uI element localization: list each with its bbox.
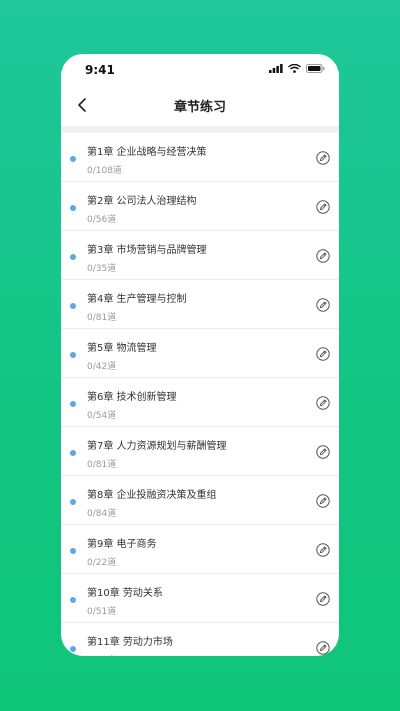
practice-button[interactable] [316,640,330,655]
list-item[interactable]: 第1章 企业战略与经营决策 0/108道 [61,133,339,182]
pencil-icon [316,298,330,312]
chapter-title: 第8章 企业投融资决策及重组 [87,490,217,501]
status-dot [70,548,76,554]
practice-button[interactable] [316,542,330,557]
list-item[interactable]: 第2章 公司法人治理结构 0/56道 [61,182,339,231]
chapter-title: 第11章 劳动力市场 [87,637,173,648]
chapter-progress: 0/22道 [87,558,117,568]
status-dot [70,450,76,456]
pencil-icon [316,641,330,655]
chapter-title: 第3章 市场营销与品牌管理 [87,245,207,256]
chapter-title: 第6章 技术创新管理 [87,392,177,403]
practice-button[interactable] [316,248,330,263]
practice-button[interactable] [316,150,330,165]
pencil-icon [316,543,330,557]
list-item[interactable]: 第3章 市场营销与品牌管理 0/35道 [61,231,339,280]
pencil-icon [316,151,330,165]
chapter-title: 第10章 劳动关系 [87,588,163,599]
practice-button[interactable] [316,199,330,214]
status-time: 9:41 [85,63,115,77]
chapter-progress: 0/54道 [87,411,117,421]
chapter-title: 第4章 生产管理与控制 [87,294,187,305]
chapter-progress: 0/81道 [87,460,117,470]
pencil-icon [316,347,330,361]
practice-button[interactable] [316,591,330,606]
chapter-list: 第1章 企业战略与经营决策 0/108道第2章 公司法人治理结构 0/56道第3章 … [61,133,339,656]
pencil-icon [316,396,330,410]
battery-icon [306,64,325,73]
status-dot [70,352,76,358]
chapter-progress: 0/108道 [87,166,122,176]
status-dot [70,303,76,309]
practice-button[interactable] [316,346,330,361]
nav-bar: 章节练习 [61,86,339,126]
status-bar: 9:41 [61,54,339,86]
list-item[interactable]: 第4章 生产管理与控制 0/81道 [61,280,339,329]
practice-button[interactable] [316,395,330,410]
list-item[interactable]: 第10章 劳动关系 0/51道 [61,574,339,623]
pencil-icon [316,200,330,214]
practice-button[interactable] [316,297,330,312]
list-item[interactable]: 第9章 电子商务 0/22道 [61,525,339,574]
list-item[interactable]: 第5章 物流管理 0/42道 [61,329,339,378]
chapter-progress: 0/42道 [87,362,117,372]
list-item[interactable]: 第8章 企业投融资决策及重组 0/84道 [61,476,339,525]
phone-frame: 9:41 章节练习 第1章 企业战略与经营决策 0/108道 第2章 公司法人治… [61,54,339,656]
practice-button[interactable] [316,493,330,508]
list-item[interactable]: 第6章 技术创新管理 0/54道 [61,378,339,427]
status-dot [70,401,76,407]
chapter-title: 第7章 人力资源规划与薪酬管理 [87,441,227,452]
list-item[interactable]: 第7章 人力资源规划与薪酬管理 0/81道 [61,427,339,476]
wifi-icon [288,64,301,73]
section-divider [61,126,339,133]
chapter-progress: 0/84道 [87,509,117,519]
list-item[interactable]: 第11章 劳动力市场 0/96道 [61,623,339,656]
chapter-progress: 0/96道 [87,653,116,656]
status-icons [269,64,325,73]
status-dot [70,254,76,260]
pencil-icon [316,249,330,263]
chapter-title: 第9章 电子商务 [87,539,157,550]
status-dot [70,499,76,505]
pencil-icon [316,592,330,606]
status-dot [70,205,76,211]
chapter-title: 第1章 企业战略与经营决策 [87,147,207,158]
pencil-icon [316,445,330,459]
chapter-title: 第2章 公司法人治理结构 [87,196,197,207]
status-dot [70,646,76,652]
chapter-progress: 0/51道 [87,607,117,617]
page-title: 章节练习 [173,100,226,115]
chapter-progress: 0/81道 [87,313,117,323]
chapter-progress: 0/35道 [87,264,117,274]
chapter-progress: 0/56道 [87,215,117,225]
practice-button[interactable] [316,444,330,459]
status-dot [70,597,76,603]
status-dot [70,156,76,162]
signal-icon [269,64,283,73]
pencil-icon [316,494,330,508]
chapter-title: 第5章 物流管理 [87,343,157,354]
